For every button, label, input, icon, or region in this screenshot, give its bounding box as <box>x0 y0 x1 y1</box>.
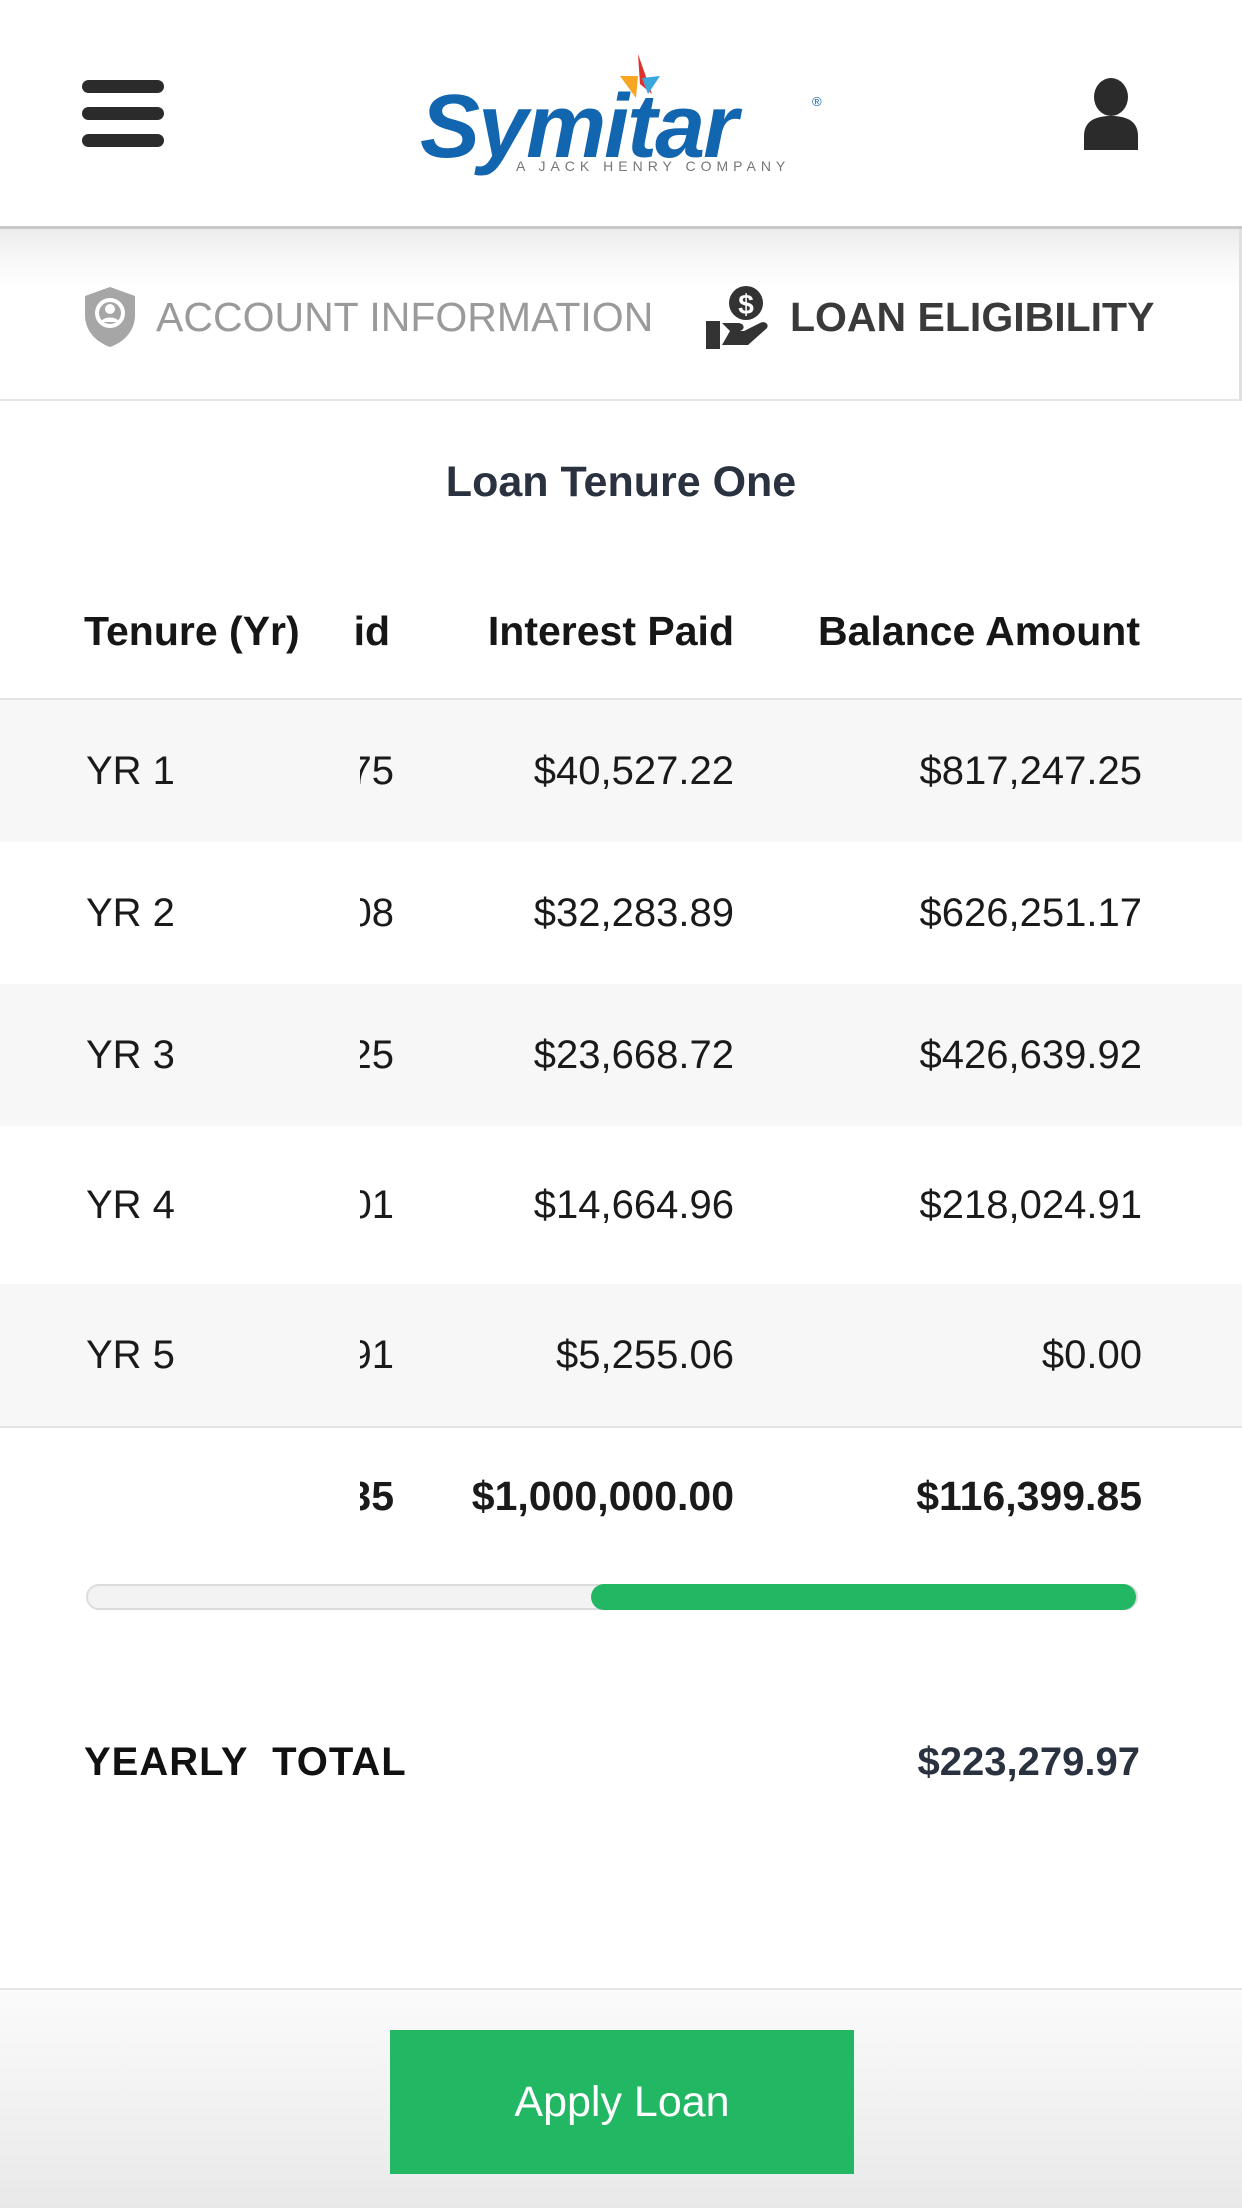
tab-account-information[interactable]: ACCOUNT INFORMATION <box>82 285 653 349</box>
total-balance: $116,399.85 <box>916 1472 1142 1519</box>
tab-bar: ACCOUNT INFORMATION $ LOAN ELIGIBILITY <box>0 229 1242 401</box>
shield-user-icon <box>85 287 135 347</box>
section-title: Loan Tenure One <box>445 458 797 506</box>
menu-icon[interactable] <box>82 80 164 148</box>
cell-tenure: YR 4 <box>86 1182 175 1227</box>
logo-registered-mark: ® <box>812 94 822 109</box>
column-header-tenure: Tenure (Yr) <box>84 608 300 654</box>
table-row: YR 4 01 $14,664.96 $218,024.91 <box>0 1126 1242 1284</box>
table-horizontal-scrollbar[interactable] <box>86 1584 1138 1610</box>
column-header-principal: id <box>354 608 390 654</box>
apply-loan-button[interactable]: Apply Loan <box>390 2030 854 2174</box>
cell-principal: 01 <box>360 1182 394 1227</box>
tab-loan-label: LOAN ELIGIBILITY <box>790 293 1155 340</box>
tab-account-label: ACCOUNT INFORMATION <box>156 293 654 340</box>
scrollbar-thumb[interactable] <box>591 1584 1136 1610</box>
cell-tenure: YR 2 <box>86 890 175 935</box>
table-row: YR 5 91 $5,255.06 $0.00 <box>0 1284 1242 1426</box>
table-row: YR 1 75 $40,527.22 $817,247.25 <box>0 700 1242 842</box>
total-interest: $1,000,000.00 <box>471 1472 734 1519</box>
cell-principal: 91 <box>360 1332 394 1377</box>
cell-principal: 75 <box>360 748 394 793</box>
cell-interest: $32,283.89 <box>533 890 734 935</box>
cell-balance: $218,024.91 <box>919 1182 1142 1227</box>
table-totals-row: 35 $1,000,000.00 $116,399.85 <box>0 1426 1242 1564</box>
cell-balance: $626,251.17 <box>919 890 1142 935</box>
hand-dollar-icon: $ <box>706 286 768 349</box>
tab-loan-eligibility[interactable]: $ LOAN ELIGIBILITY <box>704 285 1154 349</box>
cell-balance: $426,639.92 <box>919 1032 1142 1077</box>
logo-tagline: A JACK HENRY COMPANY <box>516 158 791 174</box>
cell-principal: 25 <box>360 1032 394 1077</box>
cell-tenure: YR 1 <box>86 748 175 793</box>
table-row: YR 2 08 $32,283.89 $626,251.17 <box>0 842 1242 984</box>
cell-principal: 08 <box>360 890 394 935</box>
yearly-total-value: $223,279.97 <box>917 1740 1140 1784</box>
cell-interest: $5,255.06 <box>556 1332 734 1377</box>
cell-balance: $817,247.25 <box>919 748 1142 793</box>
cell-interest: $23,668.72 <box>533 1032 734 1077</box>
cell-interest: $14,664.96 <box>533 1182 734 1227</box>
column-header-balance: Balance Amount <box>818 608 1140 654</box>
loan-tenure-table[interactable]: Tenure (Yr) id Interest Paid Balance Amo… <box>0 580 1242 1564</box>
cell-interest: $40,527.22 <box>533 748 734 793</box>
cell-tenure: YR 5 <box>86 1332 175 1377</box>
footer-bar: Apply Loan <box>0 1988 1242 2208</box>
total-principal: 35 <box>360 1472 394 1519</box>
symitar-logo: Symitar ® A JACK HENRY COMPANY <box>420 54 830 177</box>
cell-balance: $0.00 <box>1041 1332 1142 1377</box>
cell-tenure: YR 3 <box>86 1032 175 1077</box>
yearly-total-label: YEARLY TOTAL <box>84 1740 407 1784</box>
app-header: Symitar ® A JACK HENRY COMPANY <box>0 0 1242 228</box>
user-profile-icon[interactable] <box>1082 78 1140 150</box>
table-row: YR 3 25 $23,668.72 $426,639.92 <box>0 984 1242 1126</box>
column-header-interest: Interest Paid <box>487 608 734 654</box>
table-header: Tenure (Yr) id Interest Paid Balance Amo… <box>0 580 1242 700</box>
svg-text:$: $ <box>738 289 754 320</box>
